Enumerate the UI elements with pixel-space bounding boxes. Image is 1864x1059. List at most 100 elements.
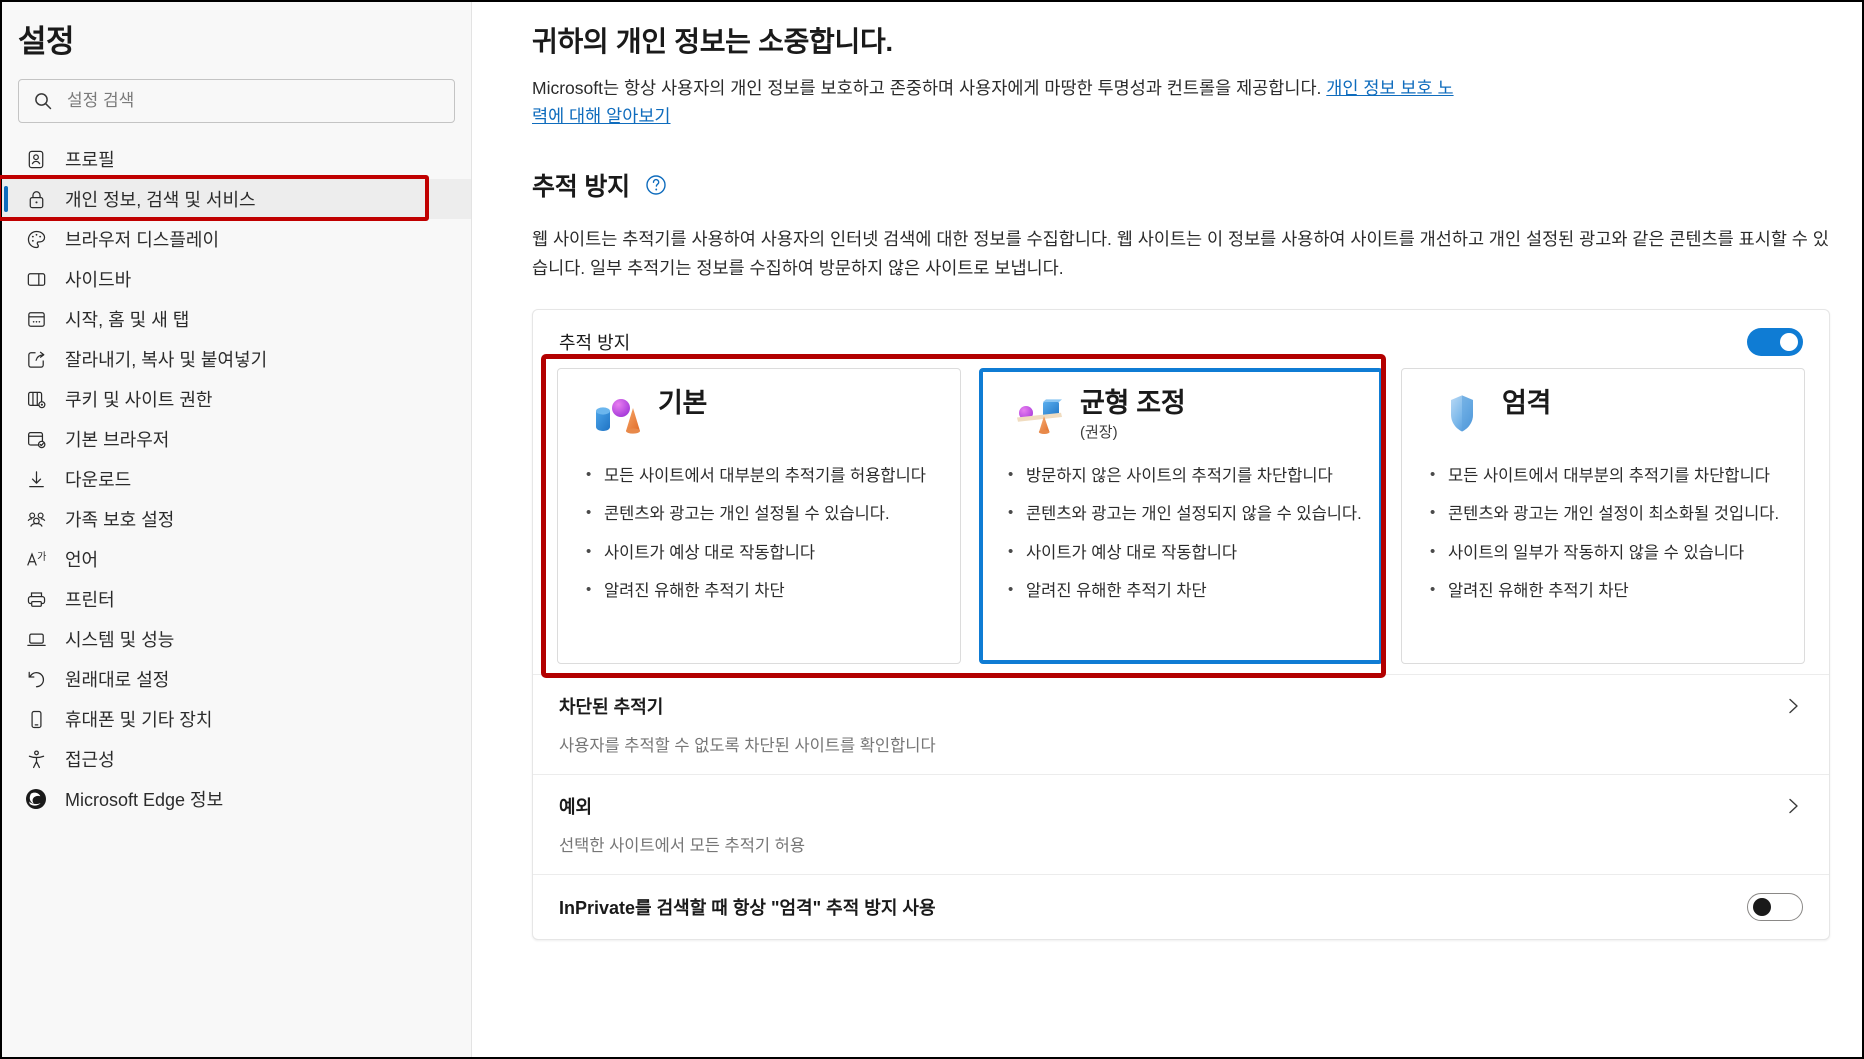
family-icon	[24, 507, 48, 531]
sidebar-item-label: 가족 보호 설정	[65, 510, 175, 530]
card-bullet-list: 모든 사이트에서 대부분의 추적기를 차단합니다 콘텐츠와 광고는 개인 설정이…	[1420, 464, 1786, 604]
reset-icon	[24, 667, 48, 691]
card-bullet: 알려진 유해한 추적기 차단	[1426, 579, 1786, 603]
card-title-wrap: 균형 조정 (권장)	[1080, 387, 1186, 443]
settings-main-content: 귀하의 개인 정보는 소중합니다. Microsoft는 항상 사용자의 개인 …	[472, 2, 1862, 1057]
row-top: InPrivate를 검색할 때 항상 "엄격" 추적 방지 사용	[559, 892, 1803, 921]
row-subtitle: 사용자를 추적할 수 없도록 차단된 사이트를 확인합니다	[559, 736, 936, 755]
settings-sidebar: 설정 프로필	[0, 2, 472, 1057]
tracking-level-card-balanced[interactable]: 균형 조정 (권장) 방문하지 않은 사이트의 추적기를 차단합니다 콘텐츠와 …	[979, 367, 1383, 664]
shapes-basic-icon	[592, 391, 644, 439]
download-icon	[24, 467, 48, 491]
sidebar-item-reset-settings[interactable]: 원래대로 설정	[2, 659, 471, 699]
lock-icon	[24, 187, 48, 211]
sidebar-item-label: 쿠키 및 사이트 권한	[65, 390, 213, 410]
card-bullet: 콘텐츠와 광고는 개인 설정이 최소화될 것입니다.	[1426, 502, 1786, 526]
sidebar-item-label: 언어	[65, 550, 99, 570]
card-bullet: 모든 사이트에서 대부분의 추적기를 허용합니다	[582, 464, 942, 488]
sidebar-item-family-safety[interactable]: 가족 보호 설정	[2, 499, 471, 539]
sidebar-item-sidebar[interactable]: 사이드바	[2, 259, 471, 299]
sidebar-item-label: 원래대로 설정	[65, 670, 170, 690]
tracking-prevention-toggle-row: 추적 방지	[533, 310, 1829, 368]
edge-logo-icon	[24, 787, 48, 811]
card-bullet-list: 모든 사이트에서 대부분의 추적기를 허용합니다 콘텐츠와 광고는 개인 설정될…	[576, 464, 942, 604]
sidebar-nav: 프로필 개인 정보, 검색 및 서비스 브라우저 디스플레이 사이드바 시작, …	[0, 139, 471, 819]
shield-icon	[1436, 391, 1488, 439]
card-bullet-list: 방문하지 않은 사이트의 추적기를 차단합니다 콘텐츠와 광고는 개인 설정되지…	[998, 464, 1364, 604]
window-tabs-icon	[24, 307, 48, 331]
printer-icon	[24, 587, 48, 611]
sidebar-item-system-performance[interactable]: 시스템 및 성능	[2, 619, 471, 659]
card-title: 기본	[658, 387, 708, 418]
sidebar-item-label: 기본 브라우저	[65, 430, 170, 450]
sidebar-item-label: 개인 정보, 검색 및 서비스	[65, 190, 256, 210]
tracking-level-cards: 기본 모든 사이트에서 대부분의 추적기를 허용합니다 콘텐츠와 광고는 개인 …	[533, 353, 1829, 678]
search-input[interactable]	[67, 91, 440, 111]
sidebar-item-start-home-newtab[interactable]: 시작, 홈 및 새 탭	[2, 299, 471, 339]
sidebar-item-cut-copy-paste[interactable]: 잘라내기, 복사 및 붙여넣기	[2, 339, 471, 379]
sidebar-item-phone-other-devices[interactable]: 휴대폰 및 기타 장치	[2, 699, 471, 739]
tracking-prevention-panel: 추적 방지 기본 • 모든 사이트에서 대부분의 추적기를 허용합니다 • 콘텐…	[532, 308, 1830, 940]
tracking-level-card-basic[interactable]: 기본 모든 사이트에서 대부분의 추적기를 허용합니다 콘텐츠와 광고는 개인 …	[557, 367, 961, 664]
card-title: 균형 조정	[1080, 387, 1186, 418]
sidebar-item-default-browser[interactable]: 기본 브라우저	[2, 419, 471, 459]
settings-window: 설정 프로필	[0, 0, 1864, 1059]
tracking-prevention-toggle-label: 추적 방지	[559, 332, 631, 353]
search-settings-box[interactable]	[18, 79, 455, 123]
blocked-trackers-row[interactable]: 차단된 추적기 사용자를 추적할 수 없도록 차단된 사이트를 확인합니다	[533, 673, 1829, 774]
exceptions-row[interactable]: 예외 선택한 사이트에서 모든 추적기 허용	[533, 773, 1829, 874]
section-title: 추적 방지	[532, 172, 630, 201]
svg-text:가: 가	[37, 550, 46, 562]
chevron-right-icon	[1783, 796, 1803, 816]
card-header: 엄격	[1420, 387, 1786, 449]
row-subtitle: 선택한 사이트에서 모든 추적기 허용	[559, 836, 806, 855]
sidebar-item-profile[interactable]: 프로필	[2, 139, 471, 179]
card-bullet: 알려진 유해한 추적기 차단	[1004, 579, 1364, 603]
sidebar-item-downloads[interactable]: 다운로드	[2, 459, 471, 499]
row-top: 예외	[559, 793, 1803, 819]
row-title: InPrivate를 검색할 때 항상 "엄격" 추적 방지 사용	[559, 897, 936, 918]
tracking-level-card-strict[interactable]: 엄격 모든 사이트에서 대부분의 추적기를 차단합니다 콘텐츠와 광고는 개인 …	[1401, 367, 1805, 664]
row-top: 차단된 추적기	[559, 693, 1803, 719]
chevron-right-icon	[1783, 696, 1803, 716]
sidebar-item-printers[interactable]: 프린터	[2, 579, 471, 619]
sidebar-item-languages[interactable]: 가 언어	[2, 539, 471, 579]
sidebar-icon	[24, 267, 48, 291]
balance-scale-icon	[1014, 391, 1066, 439]
sidebar-item-label: Microsoft Edge 정보	[65, 790, 224, 810]
sidebar-item-privacy-search-services[interactable]: 개인 정보, 검색 및 서비스	[0, 175, 471, 221]
card-bullet: 알려진 유해한 추적기 차단	[582, 579, 942, 603]
accessibility-icon	[24, 747, 48, 771]
sidebar-item-label: 시작, 홈 및 새 탭	[65, 310, 190, 330]
tracking-prevention-description: 웹 사이트는 추적기를 사용하여 사용자의 인터넷 검색에 대한 정보를 수집합…	[532, 228, 1829, 278]
toggle-knob	[1780, 332, 1798, 351]
sidebar-item-cookies-site-permissions[interactable]: 쿠키 및 사이트 권한	[2, 379, 471, 419]
card-bullet: 방문하지 않은 사이트의 추적기를 차단합니다	[1004, 464, 1364, 488]
inprivate-strict-toggle[interactable]	[1747, 892, 1803, 921]
sidebar-item-label: 브라우저 디스플레이	[65, 230, 220, 250]
palette-icon	[24, 227, 48, 251]
toggle-knob	[1753, 897, 1771, 916]
sidebar-item-browser-display[interactable]: 브라우저 디스플레이	[2, 219, 471, 259]
sidebar-item-accessibility[interactable]: 접근성	[2, 739, 471, 779]
card-bullet: 사이트가 예상 대로 작동합니다	[582, 541, 942, 565]
card-header: 기본	[576, 387, 942, 449]
tracking-prevention-section-header: 추적 방지	[532, 167, 1832, 203]
row-title: 차단된 추적기	[559, 696, 664, 717]
inprivate-strict-row[interactable]: InPrivate를 검색할 때 항상 "엄격" 추적 방지 사용	[533, 873, 1829, 939]
sidebar-item-label: 다운로드	[65, 470, 132, 490]
card-title-wrap: 엄격	[1502, 387, 1551, 419]
share-icon	[24, 347, 48, 371]
sidebar-item-label: 사이드바	[65, 270, 132, 290]
sidebar-item-label: 잘라내기, 복사 및 붙여넣기	[65, 350, 268, 370]
tracking-prevention-toggle[interactable]	[1747, 327, 1803, 356]
sidebar-item-about-microsoft-edge[interactable]: Microsoft Edge 정보	[2, 779, 471, 819]
sidebar-item-label: 프로필	[65, 150, 115, 170]
page-title: 설정	[18, 24, 75, 59]
sidebar-item-label: 시스템 및 성능	[65, 630, 175, 650]
question-circle-icon[interactable]	[644, 173, 668, 197]
card-bullet: 사이트의 일부가 작동하지 않을 수 있습니다	[1426, 541, 1786, 565]
row-title: 예외	[559, 796, 593, 817]
card-bullet: 모든 사이트에서 대부분의 추적기를 차단합니다	[1426, 464, 1786, 488]
phone-icon	[24, 707, 48, 731]
